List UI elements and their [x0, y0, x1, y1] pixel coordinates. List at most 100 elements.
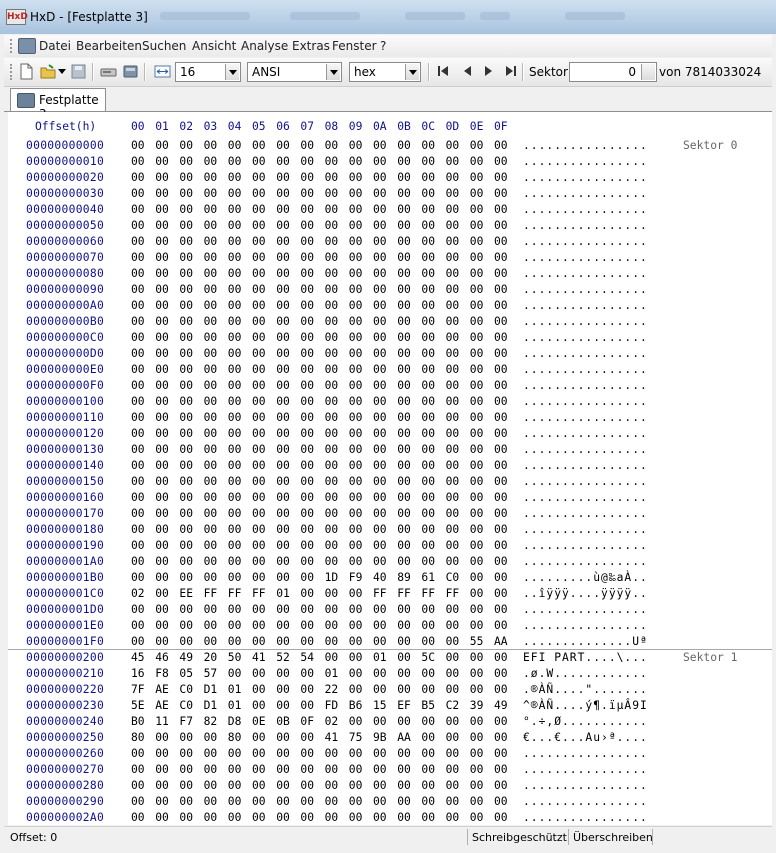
hex-byte[interactable]: 00: [204, 523, 218, 536]
hex-byte[interactable]: FD: [325, 699, 339, 712]
hex-byte[interactable]: 00: [325, 251, 339, 264]
tab-festplatte-3[interactable]: Festplatte 3: [10, 88, 106, 121]
hex-byte[interactable]: 00: [349, 347, 363, 360]
ascii-text[interactable]: ................: [523, 795, 648, 808]
hex-byte[interactable]: 00: [373, 443, 387, 456]
hex-byte[interactable]: 00: [252, 491, 266, 504]
hex-byte[interactable]: 00: [179, 635, 193, 648]
hex-byte[interactable]: 00: [470, 379, 484, 392]
hex-byte[interactable]: 00: [252, 219, 266, 232]
hex-byte[interactable]: 00: [131, 299, 145, 312]
ascii-text[interactable]: ................: [523, 283, 648, 296]
hex-byte[interactable]: EE: [179, 587, 193, 600]
hex-byte[interactable]: 00: [470, 139, 484, 152]
hex-byte[interactable]: 00: [470, 683, 484, 696]
hex-byte[interactable]: 00: [179, 379, 193, 392]
hex-byte[interactable]: 00: [397, 203, 411, 216]
hex-byte[interactable]: AE: [155, 699, 169, 712]
hex-byte[interactable]: 00: [325, 603, 339, 616]
hex-byte[interactable]: 00: [204, 427, 218, 440]
hex-byte[interactable]: 00: [131, 747, 145, 760]
hex-byte[interactable]: 00: [470, 811, 484, 824]
hex-byte[interactable]: 00: [300, 235, 314, 248]
hex-byte[interactable]: 00: [300, 587, 314, 600]
hex-byte[interactable]: 00: [131, 427, 145, 440]
hex-byte[interactable]: 00: [155, 411, 169, 424]
ascii-text[interactable]: ................: [523, 187, 648, 200]
hex-byte[interactable]: 00: [446, 459, 460, 472]
hex-byte[interactable]: 00: [470, 283, 484, 296]
hex-byte[interactable]: 00: [276, 699, 290, 712]
hex-byte[interactable]: 00: [397, 667, 411, 680]
hex-byte[interactable]: 00: [155, 219, 169, 232]
hex-byte[interactable]: 00: [228, 267, 242, 280]
hex-byte[interactable]: 00: [325, 747, 339, 760]
open-disk-icon[interactable]: [100, 63, 117, 80]
hex-byte[interactable]: 00: [349, 219, 363, 232]
hex-byte[interactable]: 00: [494, 171, 508, 184]
hex-byte[interactable]: 00: [470, 603, 484, 616]
hex-byte[interactable]: 00: [179, 283, 193, 296]
hex-byte[interactable]: 00: [204, 411, 218, 424]
hex-byte[interactable]: 00: [494, 731, 508, 744]
hex-byte[interactable]: 00: [373, 347, 387, 360]
hex-byte[interactable]: 00: [421, 139, 435, 152]
hex-byte[interactable]: 00: [300, 779, 314, 792]
ascii-text[interactable]: EFI PART....\...: [523, 651, 648, 664]
hex-byte[interactable]: 00: [494, 379, 508, 392]
hex-byte[interactable]: 00: [179, 571, 193, 584]
ascii-text[interactable]: .........ù@‰aÀ..: [523, 571, 648, 584]
hex-byte[interactable]: 00: [397, 651, 411, 664]
hex-byte[interactable]: 00: [228, 747, 242, 760]
hex-byte[interactable]: 00: [373, 811, 387, 824]
hex-byte[interactable]: 00: [300, 315, 314, 328]
hex-byte[interactable]: 00: [300, 363, 314, 376]
hex-byte[interactable]: 00: [349, 267, 363, 280]
hex-byte[interactable]: F8: [155, 667, 169, 680]
hex-byte[interactable]: 00: [373, 315, 387, 328]
hex-editor[interactable]: Offset(h) 00 01 02 03 04 05 06 07 08 09 0A 0B 0C 0D 0E…: [8, 112, 772, 825]
hex-byte[interactable]: 00: [228, 779, 242, 792]
hex-byte[interactable]: 00: [204, 811, 218, 824]
hex-byte[interactable]: 00: [470, 731, 484, 744]
hex-byte[interactable]: 00: [470, 155, 484, 168]
hex-byte[interactable]: 00: [494, 283, 508, 296]
hex-byte[interactable]: 00: [228, 315, 242, 328]
hex-byte[interactable]: 00: [325, 427, 339, 440]
hex-byte[interactable]: 00: [349, 171, 363, 184]
hex-byte[interactable]: 00: [421, 443, 435, 456]
ascii-text[interactable]: ..............Uª: [523, 635, 648, 648]
hex-byte[interactable]: 00: [179, 747, 193, 760]
hex-byte[interactable]: 00: [179, 779, 193, 792]
hex-byte[interactable]: 75: [349, 731, 363, 744]
hex-byte[interactable]: 00: [131, 347, 145, 360]
menu-analyse[interactable]: Analyse: [241, 39, 288, 53]
hex-byte[interactable]: 00: [276, 731, 290, 744]
menu-fenster[interactable]: Fenster: [332, 39, 377, 53]
hex-byte[interactable]: 00: [179, 235, 193, 248]
hex-byte[interactable]: 00: [397, 603, 411, 616]
ascii-text[interactable]: ................: [523, 171, 648, 184]
hex-byte[interactable]: 00: [252, 523, 266, 536]
hex-byte[interactable]: 00: [155, 283, 169, 296]
hex-byte[interactable]: 00: [276, 523, 290, 536]
hex-byte[interactable]: 00: [252, 603, 266, 616]
hex-byte[interactable]: 00: [446, 443, 460, 456]
menu-extras[interactable]: Extras: [292, 39, 330, 53]
hex-byte[interactable]: 00: [349, 619, 363, 632]
ascii-text[interactable]: ................: [523, 219, 648, 232]
hex-byte[interactable]: 00: [228, 395, 242, 408]
hex-byte[interactable]: 00: [325, 139, 339, 152]
hex-byte[interactable]: 00: [276, 555, 290, 568]
hex-byte[interactable]: 00: [397, 635, 411, 648]
hex-byte[interactable]: 00: [470, 443, 484, 456]
hex-byte[interactable]: 01: [276, 587, 290, 600]
hex-byte[interactable]: 52: [276, 651, 290, 664]
hex-byte[interactable]: 00: [494, 251, 508, 264]
hex-byte[interactable]: AA: [397, 731, 411, 744]
hex-byte[interactable]: 00: [325, 763, 339, 776]
hex-byte[interactable]: 00: [155, 363, 169, 376]
hex-byte[interactable]: 00: [421, 555, 435, 568]
hex-byte[interactable]: 00: [349, 747, 363, 760]
charset-select[interactable]: ANSI: [247, 62, 342, 82]
